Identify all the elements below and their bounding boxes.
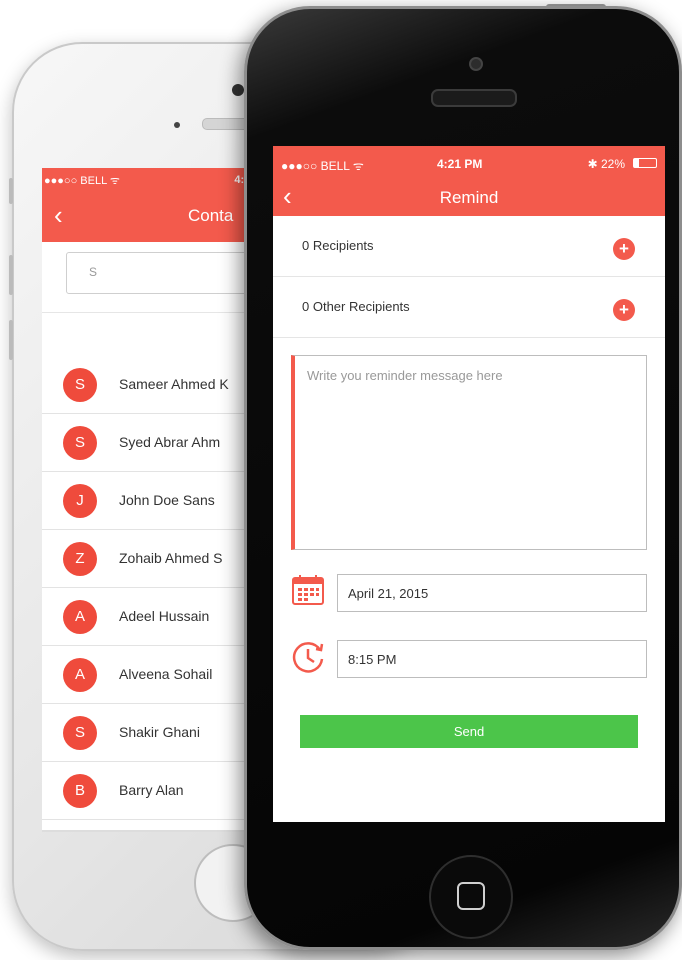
- carrier-label: ●●●○○ BELL ᯤ: [281, 159, 364, 173]
- calendar-icon[interactable]: [291, 574, 325, 606]
- clock-label: 4:21 PM: [437, 157, 483, 171]
- avatar: A: [63, 600, 97, 634]
- battery-label: ✱ 22%: [587, 157, 625, 171]
- home-square-icon: [457, 882, 485, 910]
- home-button[interactable]: [429, 855, 513, 939]
- avatar: S: [63, 426, 97, 460]
- contact-name: Barry Alan: [119, 782, 184, 798]
- carrier-label: ●●●○○ BELL ᯤ: [44, 174, 120, 187]
- other-recipients-row[interactable]: 0 Other Recipients +: [273, 277, 665, 338]
- avatar: S: [63, 716, 97, 750]
- volume-up-button: [9, 255, 13, 295]
- recipients-label: 0 Recipients: [302, 238, 374, 253]
- front-camera: [232, 84, 244, 96]
- time-field[interactable]: 8:15 PM: [337, 640, 647, 678]
- page-title: Conta: [188, 206, 234, 225]
- contact-name: John Doe Sans: [119, 492, 215, 508]
- nav-bar: ‹ Remind: [273, 180, 665, 216]
- avatar: S: [63, 368, 97, 402]
- contact-name: Shakir Ghani: [119, 724, 200, 740]
- recipients-row[interactable]: 0 Recipients +: [273, 216, 665, 277]
- contact-name: Sameer Ahmed K: [119, 376, 229, 392]
- remind-screen: ●●●○○ BELL ᯤ 4:21 PM ✱ 22% ‹ Remind 0 Re…: [273, 146, 665, 822]
- date-field[interactable]: April 21, 2015: [337, 574, 647, 612]
- earpiece-speaker: [431, 89, 517, 107]
- add-other-recipient-button[interactable]: +: [613, 299, 635, 321]
- avatar: B: [63, 774, 97, 808]
- send-button[interactable]: Send: [300, 715, 638, 748]
- avatar: Z: [63, 542, 97, 576]
- page-title: Remind: [439, 188, 499, 207]
- sensor-dot: [174, 122, 180, 128]
- contact-name: Syed Abrar Ahm: [119, 434, 221, 450]
- front-camera: [469, 57, 483, 71]
- mute-switch: [9, 178, 13, 204]
- contact-name: Zohaib Ahmed S: [119, 550, 223, 566]
- contact-name: Alveena Sohail: [119, 666, 213, 682]
- contact-name: Adeel Hussain: [119, 608, 210, 624]
- avatar: J: [63, 484, 97, 518]
- avatar: A: [63, 658, 97, 692]
- message-placeholder: Write you reminder message here: [307, 368, 503, 383]
- volume-down-button: [9, 320, 13, 360]
- back-chevron-icon[interactable]: ‹: [54, 202, 63, 228]
- status-bar: ●●●○○ BELL ᯤ 4:21 PM ✱ 22%: [273, 146, 665, 180]
- reminder-message-textarea[interactable]: Write you reminder message here: [291, 355, 647, 550]
- clock-icon[interactable]: [291, 640, 325, 674]
- other-recipients-label: 0 Other Recipients: [302, 299, 410, 314]
- battery-icon: [633, 158, 657, 168]
- add-recipient-button[interactable]: +: [613, 238, 635, 260]
